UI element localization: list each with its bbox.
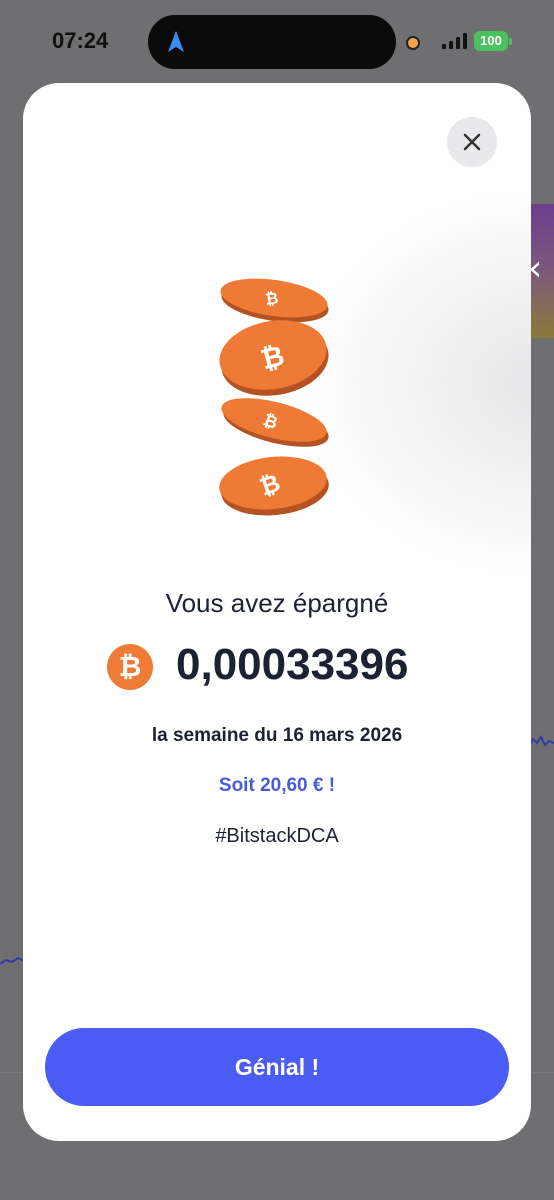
signal-icon [442,33,467,49]
hashtag-text: #BitstackDCA [215,825,339,847]
savings-modal: ₿ ₿ ₿ ₿ Vous avez épargné ₿ 0,00033396 l… [23,83,531,1141]
battery-indicator: 100 [474,31,512,51]
coin-icon: ₿ [221,398,329,447]
coin-icon: ₿ [219,320,329,396]
btc-amount: 0,00033396 [176,640,409,689]
amount-row: ₿ 0,00033396 [23,638,531,694]
svg-text:₿: ₿ [264,288,280,309]
status-time: 07:24 [52,28,109,53]
navigation-arrow-icon [168,31,184,52]
background-chart-line [528,735,554,748]
savings-title: Vous avez épargné [165,588,389,618]
coin-icon: ₿ [220,278,329,323]
coin-icon: ₿ [219,456,329,516]
bitcoin-symbol: ₿ [118,650,142,683]
bitcoin-icon: ₿ [107,644,153,690]
close-icon [463,133,481,151]
fiat-equivalent: Soit 20,60 € ! [218,775,336,796]
period-text: la semaine du 16 mars 2026 [151,725,403,746]
genial-button[interactable]: Génial ! [45,1028,509,1106]
recording-indicator-icon [406,36,420,50]
bitcoin-coins-illustration: ₿ ₿ ₿ ₿ [219,278,329,516]
close-button[interactable] [447,117,497,167]
